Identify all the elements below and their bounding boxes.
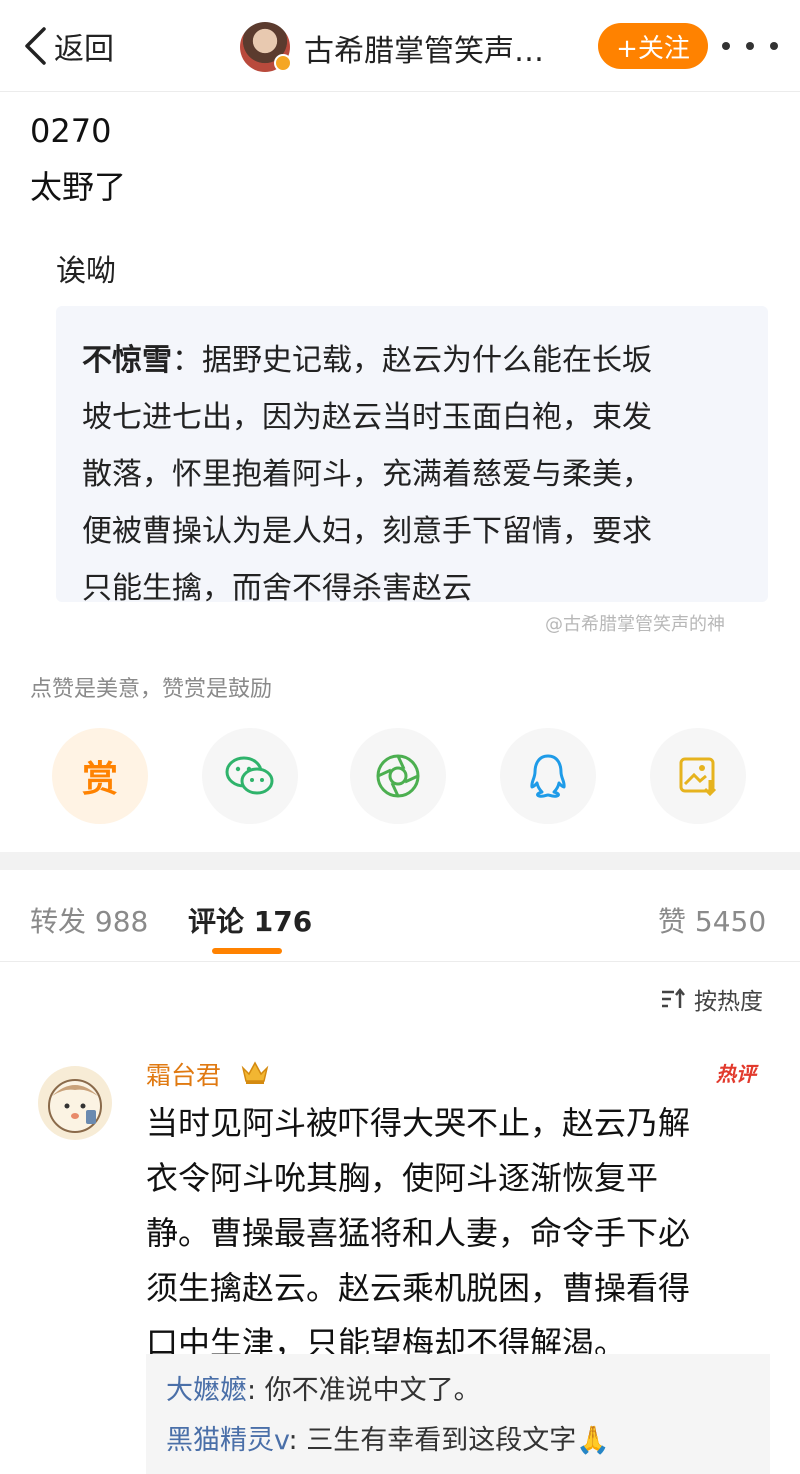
qq-icon — [530, 754, 566, 798]
chevron-left-icon — [25, 27, 46, 65]
back-button[interactable]: 返回 — [22, 22, 114, 70]
reply-text: : 三生有幸看到这段文字🙏 — [288, 1425, 610, 1456]
commenter-name[interactable]: 霜台君 — [146, 1056, 221, 1092]
sort-label: 按热度 — [694, 989, 763, 1015]
back-label: 返回 — [54, 32, 114, 67]
reply-text: : 你不准说中文了。 — [247, 1375, 481, 1406]
crown-badge-icon — [241, 1061, 269, 1084]
quote-line: 只能生擒，而舍不得杀害赵云 — [82, 571, 472, 606]
reply-author[interactable]: 大嬷嬷 — [166, 1375, 247, 1406]
comment-line: 衣令阿斗吮其胸，使阿斗逐渐恢复平 — [146, 1159, 659, 1197]
top-nav-bar: 返回 古希腊掌管笑声… +关注 — [0, 0, 800, 92]
reward-hint: 点赞是美意，赞赏是鼓励 — [30, 677, 273, 702]
tab-comments[interactable]: 评论 176 — [188, 900, 312, 940]
reward-button[interactable]: 赏 — [52, 728, 148, 824]
image-watermark: @古希腊掌管笑声的神 — [545, 614, 725, 635]
comment-text: 当时见阿斗被吓得大哭不止，赵云乃解 衣令阿斗吮其胸，使阿斗逐渐恢复平 静。曹操最… — [146, 1096, 766, 1371]
author-name[interactable]: 古希腊掌管笑声… — [304, 26, 544, 70]
quote-line: 便被曹操认为是人妇，刻意手下留情，要求 — [82, 514, 652, 549]
qq-share-button[interactable] — [500, 728, 596, 824]
sort-by-hot-button[interactable]: 按热度 — [660, 982, 763, 1016]
save-image-button[interactable] — [650, 728, 746, 824]
more-options-icon[interactable] — [722, 28, 778, 64]
active-tab-indicator — [212, 948, 282, 954]
wechat-share-button[interactable] — [202, 728, 298, 824]
quote-line: 坡七进七出，因为赵云当时玉面白袍，束发 — [82, 400, 652, 435]
quoted-author: 不惊雪 — [82, 343, 172, 378]
share-row: 赏 — [52, 728, 752, 824]
quote-line: 散落，怀里抱着阿斗，充满着慈爱与柔美， — [82, 457, 652, 492]
moments-share-button[interactable] — [350, 728, 446, 824]
comment-tabs: 转发 988 评论 176 赞 5450 — [0, 870, 800, 962]
sort-icon — [662, 987, 685, 1008]
post-subtext: 诶呦 — [56, 254, 116, 289]
reply-author[interactable]: 黑猫精灵v — [166, 1425, 289, 1456]
comment-line: 须生擒赵云。赵云乘机脱困，曹操看得 — [146, 1269, 691, 1307]
quoted-comment-card: 不惊雪：据野史记载，赵云为什么能在长坂 坡七进七出，因为赵云当时玉面白袍，束发 … — [56, 306, 768, 606]
comment-replies[interactable]: 大嬷嬷: 你不准说中文了。 黑猫精灵v: 三生有幸看到这段文字🙏 — [146, 1354, 770, 1474]
comment-line: 当时见阿斗被吓得大哭不止，赵云乃解 — [146, 1104, 691, 1142]
post-text-line-1: 0270 — [30, 112, 112, 150]
save-image-icon — [679, 757, 717, 797]
wechat-icon — [225, 756, 274, 795]
comment-line: 静。曹操最喜猛将和人妻，命令手下必 — [146, 1214, 691, 1252]
cartoon-avatar-icon — [48, 1079, 102, 1133]
post-text-line-2: 太野了 — [30, 168, 127, 206]
quoted-comment-text: 不惊雪：据野史记载，赵云为什么能在长坂 坡七进七出，因为赵云当时玉面白袍，束发 … — [82, 332, 744, 617]
tab-repost[interactable]: 转发 988 — [30, 900, 148, 940]
moments-icon — [376, 754, 420, 798]
commenter-avatar[interactable] — [38, 1066, 112, 1140]
reply-item[interactable]: 大嬷嬷: 你不准说中文了。 — [166, 1366, 770, 1416]
section-divider — [0, 852, 800, 870]
reply-item[interactable]: 黑猫精灵v: 三生有幸看到这段文字🙏 — [166, 1416, 770, 1466]
quote-line: ：据野史记载，赵云为什么能在长坂 — [172, 343, 652, 378]
tab-likes[interactable]: 赞 5450 — [658, 900, 766, 940]
follow-button[interactable]: +关注 — [598, 23, 708, 69]
verified-badge-icon — [274, 54, 292, 72]
hot-comment-badge: 热评 — [716, 1062, 756, 1086]
